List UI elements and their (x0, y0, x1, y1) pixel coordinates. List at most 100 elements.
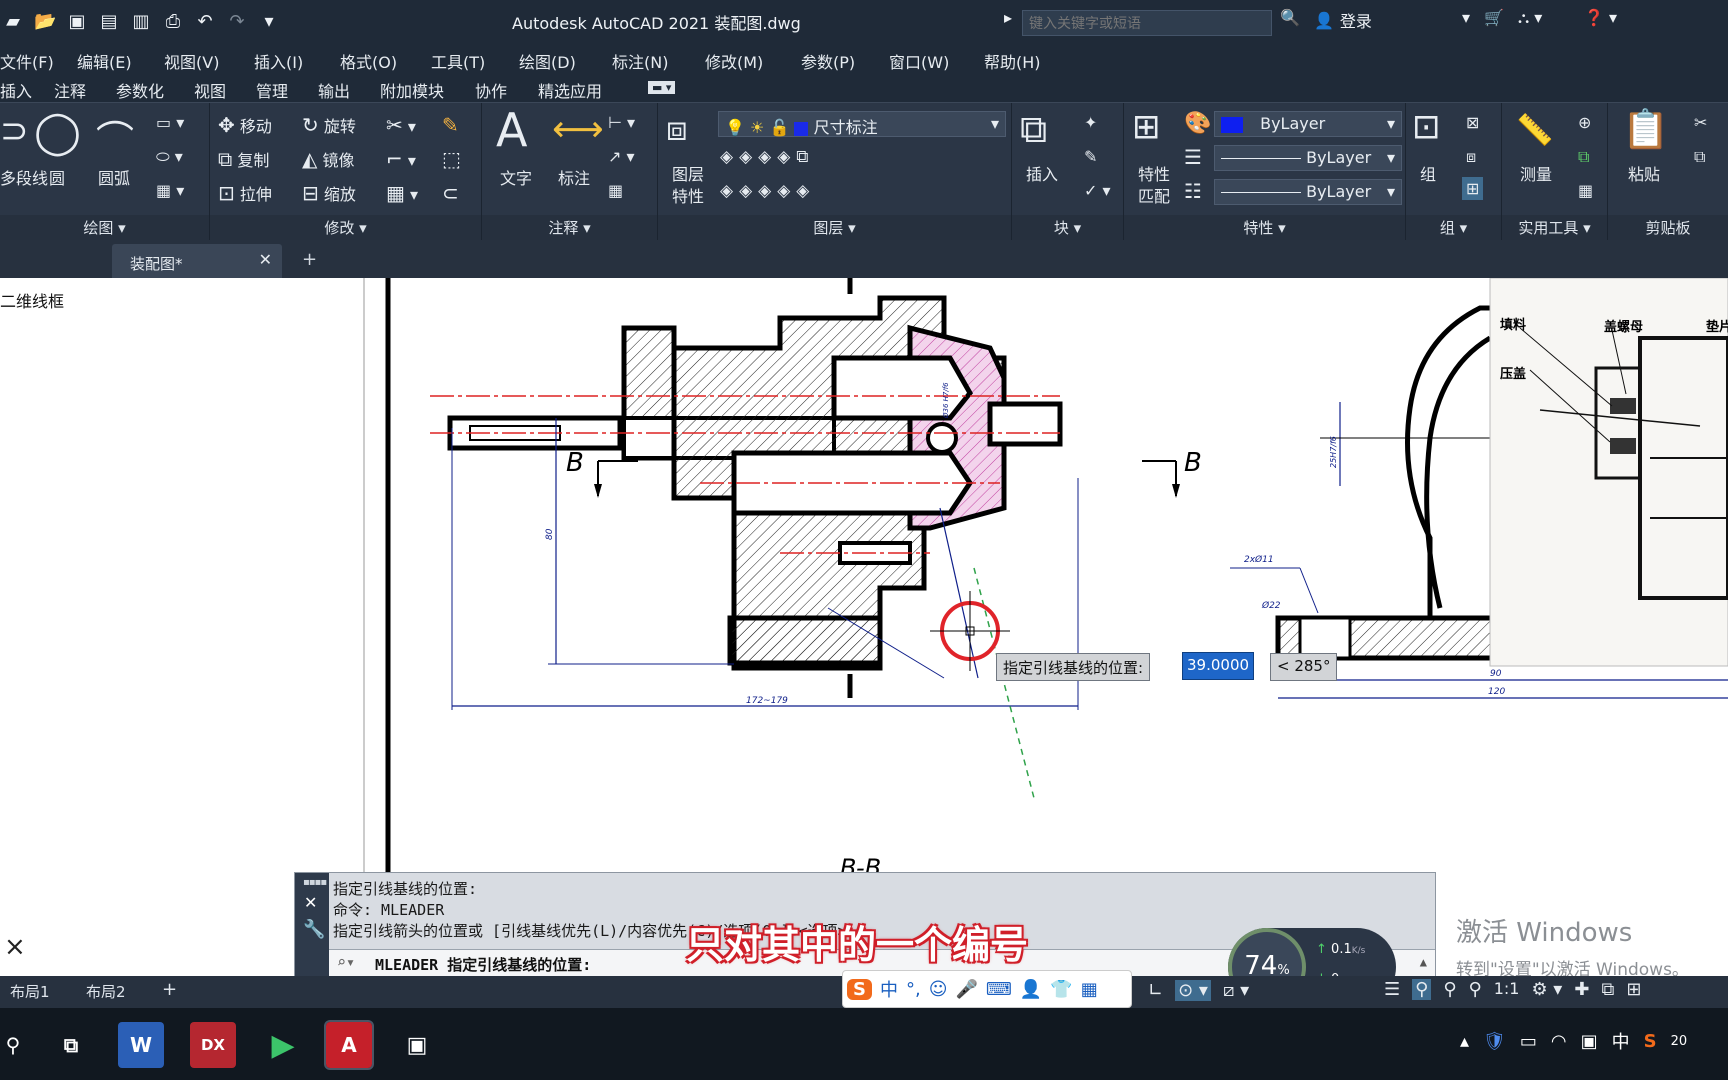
add-layout-button[interactable]: + (162, 979, 177, 1000)
menu-insert[interactable]: 插入(I) (254, 49, 303, 73)
lineweight-display-icon[interactable]: ☰ (1384, 979, 1400, 1000)
user-login[interactable]: 👤 登录 (1314, 8, 1372, 32)
match-properties-icon[interactable]: ⊞ (1132, 107, 1161, 147)
tab-output[interactable]: 输出 (318, 78, 350, 102)
panel-draw-title[interactable]: 绘图 ▾ (0, 215, 209, 241)
emoji-icon[interactable]: ☺ (929, 979, 948, 1000)
polyline-icon[interactable]: ⊃ (0, 111, 29, 151)
cart-icon[interactable]: 🛒 (1484, 8, 1504, 27)
autocad-app-icon[interactable]: A (324, 1020, 374, 1070)
cursor-prompt-angle[interactable]: < 285° (1270, 653, 1338, 681)
mirror-button[interactable]: ◭ 镜像 (302, 147, 355, 171)
move-button[interactable]: ✥ 移动 (218, 113, 272, 137)
menu-help[interactable]: 帮助(H) (984, 49, 1041, 73)
panel-modify-title[interactable]: 修改 ▾ (210, 215, 481, 241)
table-icon[interactable]: ▦ (608, 181, 623, 200)
menu-view[interactable]: 视图(V) (164, 49, 219, 73)
dimension-button[interactable]: 标注 (558, 165, 590, 189)
layer-properties-button[interactable]: 图层 (672, 161, 704, 185)
dimension-icon[interactable]: ⟷ (552, 109, 604, 150)
group-icon[interactable]: ⊡ (1412, 107, 1441, 147)
copy-button[interactable]: ⧉ 复制 (218, 147, 269, 171)
trim-button[interactable]: ✂ ▾ (386, 113, 416, 137)
ungroup-icon[interactable]: ⊠ (1466, 113, 1479, 132)
layout-tab-1[interactable]: 布局1 (10, 981, 50, 1002)
panel-properties-title[interactable]: 特性 ▾ (1124, 215, 1405, 241)
layer-properties-icon[interactable]: ⧈ (666, 109, 688, 149)
layer-tools-row1[interactable]: ◈◈◈◈⧉ (720, 147, 814, 167)
wrench-icon[interactable]: 🔧 (303, 919, 325, 940)
tab-insert[interactable]: 插入 (0, 78, 32, 102)
open-icon[interactable]: ▰ (2, 11, 24, 33)
command-line-handle[interactable]: ▪▪▪▪ ✕ 🔧 (295, 873, 329, 977)
toolbox-icon[interactable]: ▦ (1081, 979, 1098, 1000)
dx-app-icon[interactable]: DX (190, 1022, 236, 1068)
fillet-button[interactable]: ⌐ ▾ (386, 147, 416, 171)
new-tab-button[interactable]: + (302, 249, 317, 270)
cut-icon[interactable]: ✂ (1694, 113, 1707, 132)
panel-layers-title[interactable]: 图层 ▾ (658, 215, 1011, 241)
polyline-button[interactable]: 多段线 (0, 165, 48, 189)
group-button[interactable]: 组 (1420, 161, 1436, 185)
menu-modify[interactable]: 修改(M) (705, 49, 763, 73)
tab-collaborate[interactable]: 协作 (475, 78, 507, 102)
panel-clipboard-title[interactable]: 剪贴板 (1608, 215, 1728, 241)
clock[interactable]: 20 (1671, 1034, 1688, 1049)
isolate-icon[interactable]: ⧉ (1601, 979, 1614, 1000)
group-edit-icon[interactable]: ⧈ (1466, 147, 1476, 167)
auto-scale-icon[interactable]: ⚲ (1443, 979, 1456, 1000)
chevron-up-icon[interactable]: ▲ (1420, 955, 1427, 969)
menu-dimension[interactable]: 标注(N) (612, 49, 668, 73)
insert-block-icon[interactable]: ⧉ (1020, 107, 1047, 152)
select-all-icon[interactable]: ⧉ (1578, 147, 1589, 167)
arc-button[interactable]: 圆弧 (98, 165, 130, 189)
quick-select-icon[interactable]: ⊕ (1578, 113, 1591, 132)
rectangle-icon[interactable]: ▭ ▾ (156, 113, 184, 132)
wifi-icon[interactable]: ◠ (1551, 1031, 1567, 1052)
save-icon[interactable]: ▣ (66, 11, 88, 33)
copy-clip-icon[interactable]: ⧉ (1694, 147, 1705, 167)
layout-tab-2[interactable]: 布局2 (86, 981, 126, 1002)
paste-button[interactable]: 粘贴 (1628, 161, 1660, 185)
color-dropdown[interactable]: ByLayer ▾ (1214, 111, 1402, 137)
skin-icon[interactable]: 👕 (1050, 979, 1072, 1000)
text-icon[interactable]: A (496, 103, 527, 157)
panel-block-title[interactable]: 块 ▾ (1012, 215, 1123, 241)
search-icon[interactable]: 🔍 (1280, 8, 1300, 27)
paste-icon[interactable]: 📋 (1622, 107, 1669, 152)
plot-icon[interactable]: ⎙ (162, 11, 184, 33)
folder-open-icon[interactable]: 📂 (34, 11, 56, 33)
ellipse-icon[interactable]: ⬭ ▾ (156, 147, 183, 167)
menu-tools[interactable]: 工具(T) (431, 49, 485, 73)
tab-annotate[interactable]: 注释 (54, 78, 86, 102)
layer-tools-row2[interactable]: ◈◈◈◈◈ (720, 181, 815, 201)
linear-dim-icon[interactable]: ⊢ ▾ (608, 113, 635, 132)
keyboard-icon[interactable]: ⌨ (986, 979, 1012, 1000)
add-icon[interactable]: ✚ (1574, 979, 1589, 1000)
hatch-icon[interactable]: ▦ ▾ (156, 181, 184, 200)
rotate-button[interactable]: ↻ 旋转 (302, 113, 356, 137)
undo-icon[interactable]: ↶ (194, 11, 216, 33)
ime-language[interactable]: 中 (880, 976, 898, 1002)
workspace-gear-icon[interactable]: ⚙ ▾ (1531, 979, 1562, 1000)
front-section-view[interactable] (430, 278, 1180, 799)
erase-button[interactable]: ✎ (442, 113, 459, 137)
menu-edit[interactable]: 编辑(E) (77, 49, 132, 73)
menu-format[interactable]: 格式(O) (340, 49, 397, 73)
array-button[interactable]: ▦ ▾ (386, 181, 418, 205)
user-settings-icon[interactable]: 👤 (1020, 979, 1042, 1000)
menu-file[interactable]: 文件(F) (0, 49, 54, 73)
word-app-icon[interactable]: W (118, 1022, 164, 1068)
lineweight-dropdown[interactable]: ByLayer ▾ (1214, 179, 1402, 205)
edit-block-icon[interactable]: ✎ (1084, 147, 1097, 166)
insert-button[interactable]: 插入 (1026, 161, 1058, 185)
recent-commands-icon[interactable]: ⌕▾ (337, 953, 355, 971)
panel-annotation-title[interactable]: 注释 ▾ (482, 215, 657, 241)
search-input[interactable] (1022, 10, 1272, 36)
panel-groups-title[interactable]: 组 ▾ (1406, 215, 1501, 241)
shield-icon[interactable]: 🛡 (1483, 1031, 1506, 1052)
drag-handle-icon[interactable]: ▪▪▪▪ (303, 877, 327, 888)
ime-toolbar[interactable]: S 中 °, ☺ 🎤 ⌨ 👤 👕 ▦ (842, 970, 1132, 1008)
battery-icon[interactable]: ▭ (1520, 1031, 1537, 1052)
ucs-icon[interactable]: ⨯ (4, 932, 26, 962)
